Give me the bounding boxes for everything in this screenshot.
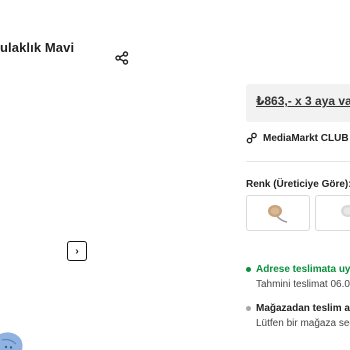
gallery-next-button[interactable]: › <box>67 241 87 261</box>
home-delivery-subtitle: Tahmini teslimat 06.0 <box>256 279 350 290</box>
share-icon[interactable] <box>115 51 129 65</box>
store-pickup-title: Mağazadan teslim al <box>256 303 350 314</box>
swatch-thumbnail <box>268 205 288 223</box>
color-swatch-selected[interactable] <box>246 195 310 231</box>
home-delivery-title: Adrese teslimata uyg <box>256 264 350 275</box>
store-pickup-subtitle[interactable]: Lütfen bir mağaza seç <box>256 318 350 329</box>
swatch-thumbnail <box>341 205 350 217</box>
available-status-dot <box>246 267 251 272</box>
installment-price[interactable]: ₺863,- x 3 aya va <box>256 94 350 108</box>
color-label: Renk (Üreticiye Göre): <box>246 179 350 190</box>
divider <box>246 161 350 162</box>
product-image-fragment <box>0 332 23 350</box>
club-text[interactable]: MediaMarkt CLUB ü <box>263 133 350 144</box>
club-icon <box>246 132 257 144</box>
color-swatch[interactable] <box>315 195 350 231</box>
unavailable-status-dot <box>246 306 251 311</box>
chevron-right-icon: › <box>75 245 79 257</box>
product-title: ulaklık Mavi <box>0 40 75 55</box>
